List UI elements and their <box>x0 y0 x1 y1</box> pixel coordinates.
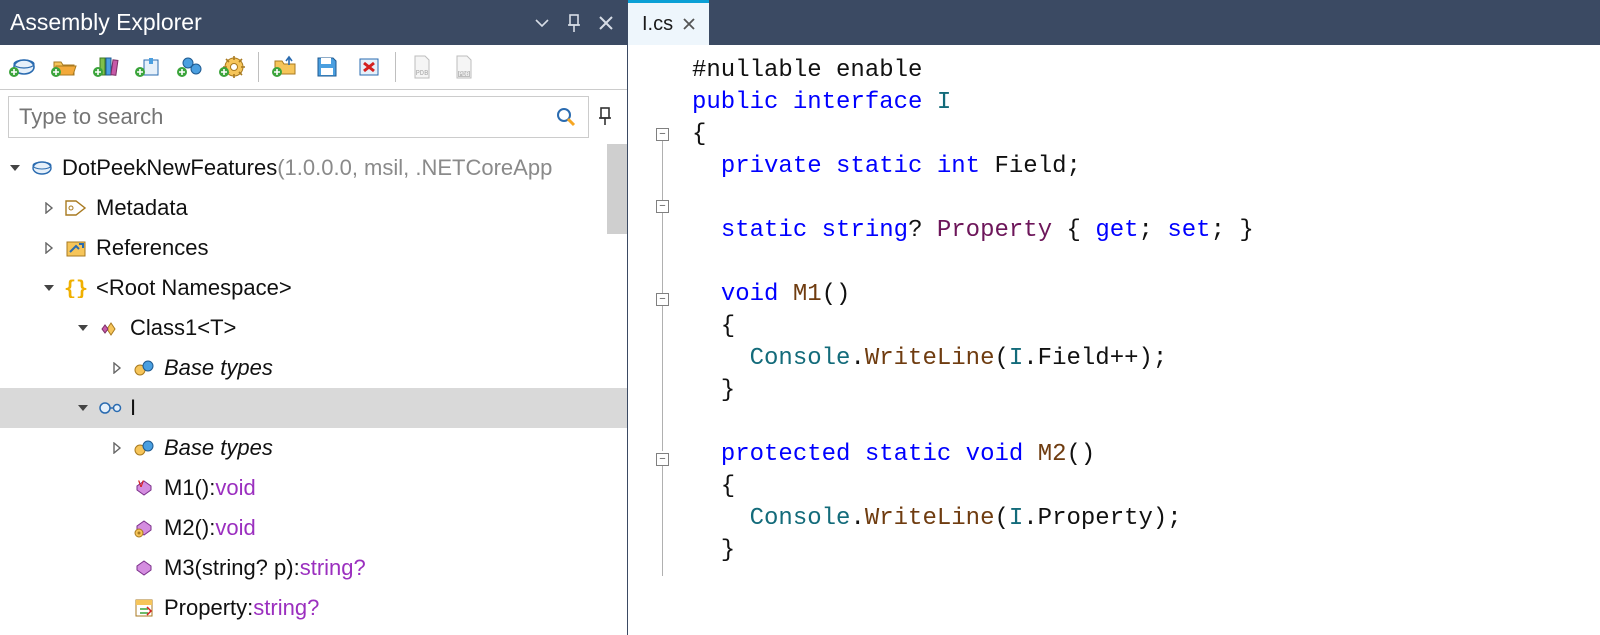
toolbar-separator <box>258 52 259 82</box>
code-editor[interactable]: #nullable enable public interface I { pr… <box>628 45 1600 635</box>
tree-label: I <box>130 395 136 421</box>
tree-label: Class1<T> <box>130 315 236 341</box>
search-input[interactable] <box>19 104 554 130</box>
tree-node-metadata[interactable]: Metadata <box>0 188 627 228</box>
base-types-icon <box>132 356 156 380</box>
code-content: #nullable enable public interface I { pr… <box>628 55 1600 567</box>
toolbar-separator <box>395 52 396 82</box>
tab-close-icon[interactable] <box>683 18 695 30</box>
tree-node-base-types-1[interactable]: Base types <box>0 348 627 388</box>
toolbar-pdb-alt-icon[interactable]: PDB <box>448 51 480 83</box>
expander-icon[interactable] <box>74 319 92 337</box>
tree-node-base-types-2[interactable]: Base types <box>0 428 627 468</box>
toolbar-open-package-icon[interactable] <box>132 51 164 83</box>
toolbar-add-assembly-icon[interactable] <box>6 51 38 83</box>
fold-line <box>662 213 663 293</box>
toolbar-remove-icon[interactable] <box>353 51 385 83</box>
tree-label: References <box>96 235 209 261</box>
search-pin-icon[interactable] <box>597 106 619 128</box>
fold-toggle[interactable] <box>656 128 669 141</box>
toolbar-open-library-icon[interactable] <box>90 51 122 83</box>
assembly-name: DotPeekNewFeatures <box>62 155 277 181</box>
method-name: M2(): <box>164 515 215 541</box>
tree-label: <Root Namespace> <box>96 275 292 301</box>
fold-toggle[interactable] <box>656 453 669 466</box>
expander-icon[interactable] <box>108 359 126 377</box>
assembly-info: (1.0.0.0, msil, .NETCoreApp <box>277 155 552 181</box>
editor-area: I.cs #nullable enable public interface I… <box>628 0 1600 635</box>
toolbar-open-gac-icon[interactable] <box>216 51 248 83</box>
toolbar-export-project-icon[interactable] <box>269 51 301 83</box>
scrollbar[interactable] <box>607 144 627 234</box>
class-icon <box>98 316 122 340</box>
toolbar-pdb-icon[interactable]: PDB <box>406 51 438 83</box>
toolbar-open-folder-icon[interactable] <box>48 51 80 83</box>
tree-node-references[interactable]: References <box>0 228 627 268</box>
method-name: M1(): <box>164 475 215 501</box>
toolbar-open-process-icon[interactable] <box>174 51 206 83</box>
panel-pin-icon[interactable] <box>563 12 585 34</box>
expander-icon[interactable] <box>74 399 92 417</box>
tree-node-method-m3[interactable]: M3(string? p):string? <box>0 548 627 588</box>
toolbar: PDB PDB <box>0 45 627 90</box>
svg-text:{}: {} <box>65 278 87 298</box>
toolbar-save-icon[interactable] <box>311 51 343 83</box>
tree: DotPeekNewFeatures (1.0.0.0, msil, .NETC… <box>0 144 627 635</box>
interface-icon <box>98 396 122 420</box>
tab-i-cs[interactable]: I.cs <box>628 0 709 45</box>
tree-node-assembly[interactable]: DotPeekNewFeatures (1.0.0.0, msil, .NETC… <box>0 148 627 188</box>
tree-label: Base types <box>164 435 273 461</box>
tree-label: Base types <box>164 355 273 381</box>
tab-label: I.cs <box>642 13 673 36</box>
panel-close-icon[interactable] <box>595 12 617 34</box>
property-icon <box>132 596 156 620</box>
panel-header: Assembly Explorer <box>0 0 627 45</box>
tree-node-property[interactable]: Property:string? <box>0 588 627 628</box>
fold-line <box>662 141 663 201</box>
property-name: Property: <box>164 595 253 621</box>
method-return: void <box>215 475 255 501</box>
svg-text:PDB: PDB <box>459 71 470 78</box>
references-icon <box>64 236 88 260</box>
svg-text:PDB: PDB <box>416 69 429 77</box>
expander-icon[interactable] <box>40 239 58 257</box>
fold-toggle[interactable] <box>656 293 669 306</box>
namespace-icon: {} <box>64 276 88 300</box>
base-types-icon <box>132 436 156 460</box>
panel-title: Assembly Explorer <box>10 9 521 36</box>
method-name: M3(string? p): <box>164 555 300 581</box>
assembly-explorer-panel: Assembly Explorer <box>0 0 628 635</box>
property-return: string? <box>253 595 319 621</box>
expander-icon[interactable] <box>40 279 58 297</box>
tree-label: Metadata <box>96 195 188 221</box>
assembly-icon <box>30 156 54 180</box>
method-return: string? <box>300 555 366 581</box>
panel-menu-dropdown[interactable] <box>531 12 553 34</box>
method-protected-icon <box>132 516 156 540</box>
fold-line <box>662 306 663 451</box>
tab-strip: I.cs <box>628 0 1600 45</box>
fold-toggle[interactable] <box>656 200 669 213</box>
method-icon <box>132 556 156 580</box>
expander-icon[interactable] <box>108 439 126 457</box>
fold-line <box>662 466 663 576</box>
expander-icon[interactable] <box>6 159 24 177</box>
tree-node-root-namespace[interactable]: {} <Root Namespace> <box>0 268 627 308</box>
search-box[interactable] <box>8 96 589 138</box>
tree-node-class1[interactable]: Class1<T> <box>0 308 627 348</box>
expander-icon[interactable] <box>40 199 58 217</box>
method-return: void <box>215 515 255 541</box>
svg-text:V: V <box>138 479 144 489</box>
tree-node-interface-i[interactable]: I <box>0 388 627 428</box>
search-row <box>0 90 627 144</box>
tag-icon <box>64 196 88 220</box>
tree-node-method-m1[interactable]: V M1():void <box>0 468 627 508</box>
method-icon: V <box>132 476 156 500</box>
search-icon[interactable] <box>554 105 578 129</box>
tree-node-method-m2[interactable]: M2():void <box>0 508 627 548</box>
